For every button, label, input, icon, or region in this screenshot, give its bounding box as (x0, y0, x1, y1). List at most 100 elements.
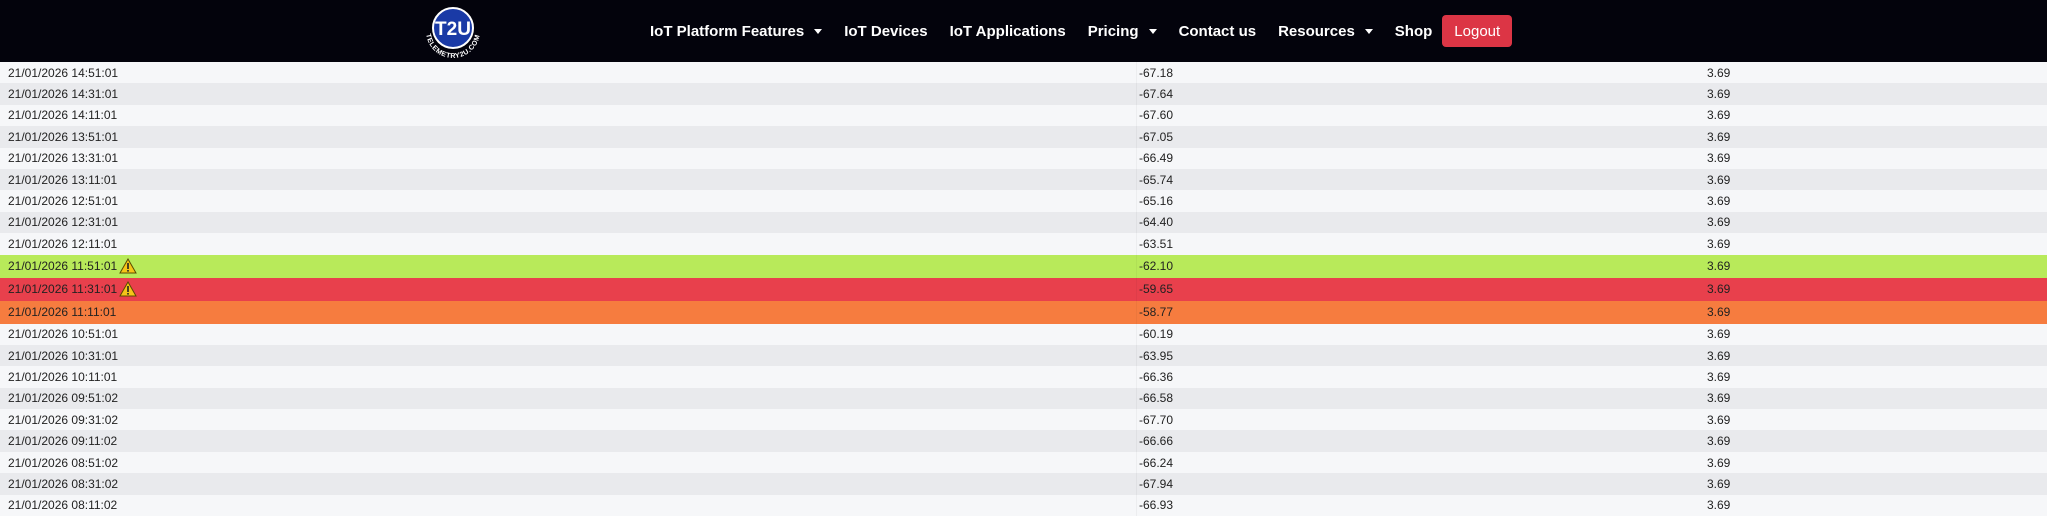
column-divider (1136, 409, 1137, 431)
cell-battery: 3.69 (1707, 476, 1731, 491)
cell-value: -67.64 (1139, 87, 1174, 102)
table-row: 21/01/2026 11:11:01 -58.77 3.69 (0, 300, 2047, 324)
table-row: 21/01/2026 10:31:01 -63.95 3.69 (0, 344, 2047, 367)
cell-value: -66.24 (1139, 455, 1174, 470)
cell-value: -65.16 (1139, 194, 1174, 209)
table-row: 21/01/2026 10:51:01 -60.19 3.69 (0, 323, 2047, 345)
cell-value: -60.19 (1139, 327, 1174, 342)
nav-iot-devices[interactable]: IoT Devices (844, 23, 927, 40)
nav-iot-platform-features[interactable]: IoT Platform Features (650, 23, 823, 40)
column-divider (1136, 147, 1137, 169)
cell-value: -67.94 (1139, 476, 1174, 491)
telemetry2u-logo[interactable]: T2U TELEMETRY2U.COM (418, 3, 488, 60)
timestamp-text: 21/01/2026 13:11:01 (8, 172, 118, 187)
table-row: 21/01/2026 12:11:01 -63.51 3.69 (0, 233, 2047, 255)
table-row: 21/01/2026 11:31:01 -59.65 3.69 (0, 277, 2047, 301)
nav-contact-us[interactable]: Contact us (1179, 23, 1257, 40)
column-divider (1136, 387, 1137, 410)
cell-battery: 3.69 (1707, 259, 1731, 274)
cell-value: -62.10 (1139, 259, 1174, 274)
cell-battery: 3.69 (1707, 236, 1731, 251)
cell-timestamp: 21/01/2026 09:51:02 (8, 388, 118, 409)
table-row: 21/01/2026 14:11:01 -67.60 3.69 (0, 104, 2047, 127)
cell-value: -67.70 (1139, 412, 1174, 427)
timestamp-text: 21/01/2026 11:11:01 (8, 305, 117, 320)
cell-timestamp: 21/01/2026 10:11:01 (8, 366, 117, 387)
table-row: 21/01/2026 14:51:01 -67.18 3.69 (0, 62, 2047, 84)
cell-battery: 3.69 (1707, 412, 1731, 427)
cell-battery: 3.69 (1707, 391, 1731, 406)
column-divider (1136, 126, 1137, 148)
cell-timestamp: 21/01/2026 13:31:01 (8, 148, 118, 169)
column-divider (1136, 233, 1137, 255)
timestamp-text: 21/01/2026 13:31:01 (8, 151, 119, 166)
cell-value: -65.74 (1139, 172, 1174, 187)
column-divider (1136, 323, 1137, 345)
cell-value: -67.60 (1139, 108, 1174, 123)
nav-label: IoT Applications (949, 22, 1066, 40)
timestamp-text: 21/01/2026 10:11:01 (8, 369, 118, 384)
timestamp-text: 21/01/2026 14:11:01 (8, 108, 118, 123)
column-divider (1136, 83, 1137, 105)
cell-timestamp: 21/01/2026 12:51:01 (8, 190, 118, 211)
cell-timestamp: 21/01/2026 11:31:01 (8, 278, 138, 301)
column-divider (1136, 430, 1137, 452)
cell-value: -67.18 (1139, 65, 1174, 80)
cell-value: -64.40 (1139, 215, 1174, 230)
cell-value: -67.05 (1139, 129, 1174, 144)
table-row: 21/01/2026 14:31:01 -67.64 3.69 (0, 83, 2047, 105)
column-divider (1136, 62, 1137, 84)
table-row: 21/01/2026 13:51:01 -67.05 3.69 (0, 126, 2047, 148)
logout-button[interactable]: Logout (1442, 15, 1513, 47)
cell-value: -66.36 (1139, 369, 1174, 384)
cell-timestamp: 21/01/2026 11:51:01 (8, 255, 138, 278)
nav-label: IoT Devices (844, 22, 928, 40)
cell-timestamp: 21/01/2026 14:11:01 (8, 105, 117, 126)
cell-battery: 3.69 (1707, 282, 1731, 297)
top-navbar: T2U TELEMETRY2U.COM IoT Platform Feature… (0, 0, 2047, 62)
nav-label: Shop (1394, 22, 1433, 40)
cell-battery: 3.69 (1707, 172, 1731, 187)
cell-battery: 3.69 (1707, 194, 1731, 209)
cell-battery: 3.69 (1707, 151, 1731, 166)
cell-value: -63.95 (1139, 348, 1174, 363)
column-divider (1136, 300, 1137, 324)
timestamp-text: 21/01/2026 10:31:01 (8, 348, 119, 363)
timestamp-text: 21/01/2026 10:51:01 (8, 327, 119, 342)
readings-table: 21/01/2026 14:51:01 -67.18 3.69 21/01/2026 … (0, 62, 2047, 517)
cell-battery: 3.69 (1707, 348, 1731, 363)
cell-timestamp: 21/01/2026 14:51:01 (8, 62, 118, 83)
column-divider (1136, 277, 1137, 301)
cell-battery: 3.69 (1707, 129, 1731, 144)
cell-battery: 3.69 (1707, 434, 1731, 449)
cell-timestamp: 21/01/2026 09:11:02 (8, 430, 117, 451)
nav-shop[interactable]: Shop (1395, 23, 1433, 40)
nav-pricing[interactable]: Pricing (1088, 23, 1157, 40)
cell-timestamp: 21/01/2026 08:31:02 (8, 473, 118, 494)
timestamp-text: 21/01/2026 09:51:02 (8, 391, 119, 406)
nav-label: Contact us (1178, 22, 1257, 40)
table-row: 21/01/2026 10:11:01 -66.36 3.69 (0, 366, 2047, 388)
timestamp-text: 21/01/2026 12:11:01 (8, 236, 118, 251)
cell-battery: 3.69 (1707, 455, 1731, 470)
nav-resources[interactable]: Resources (1278, 23, 1373, 40)
nav-iot-applications[interactable]: IoT Applications (950, 23, 1066, 40)
timestamp-text: 21/01/2026 09:31:02 (8, 412, 119, 427)
cell-value: -66.58 (1139, 391, 1174, 406)
cell-value: -63.51 (1139, 236, 1174, 251)
logo-text: T2U (435, 19, 471, 40)
column-divider (1136, 494, 1137, 517)
timestamp-text: 21/01/2026 14:31:01 (8, 87, 119, 102)
timestamp-text: 21/01/2026 08:11:02 (8, 498, 118, 513)
cell-battery: 3.69 (1707, 327, 1731, 342)
timestamp-text: 21/01/2026 13:51:01 (8, 129, 119, 144)
timestamp-text: 21/01/2026 11:31:01 (8, 282, 118, 297)
nav-label: Pricing (1087, 22, 1139, 40)
cell-battery: 3.69 (1707, 369, 1731, 384)
column-divider (1136, 254, 1137, 278)
cell-value: -66.66 (1139, 434, 1174, 449)
cell-battery: 3.69 (1707, 498, 1731, 513)
warning-icon (119, 281, 138, 297)
cell-timestamp: 21/01/2026 11:11:01 (8, 301, 116, 324)
timestamp-text: 21/01/2026 12:31:01 (8, 215, 119, 230)
